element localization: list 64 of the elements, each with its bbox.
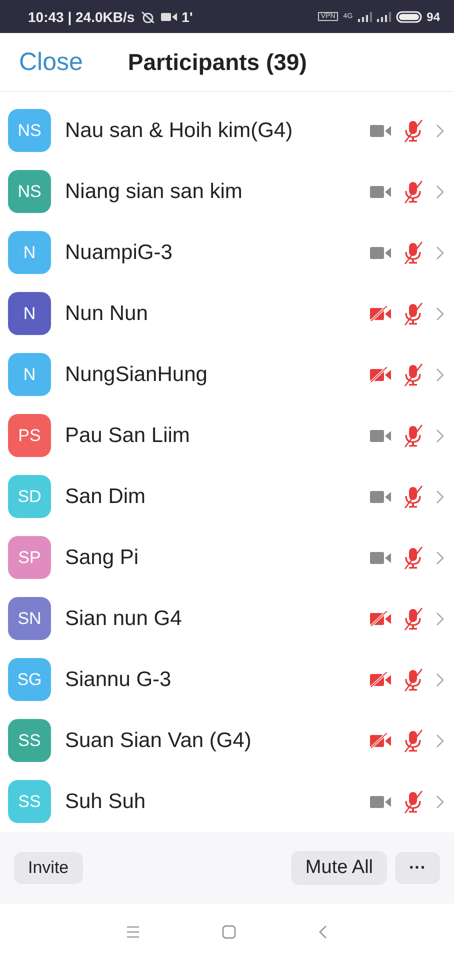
chevron-right-icon [436, 184, 444, 198]
chevron-right-icon [436, 306, 444, 320]
chevron-right-icon [436, 550, 444, 564]
avatar: SG [8, 658, 51, 701]
chevron-right-icon [436, 672, 444, 686]
participant-row[interactable]: N Nun Nun [0, 283, 454, 344]
window-title: Participants (39) [128, 48, 307, 76]
participant-name: Sang Pi [65, 546, 140, 570]
avatar: N [8, 231, 51, 274]
chevron-right-icon [436, 246, 444, 260]
chevron-right-icon [436, 734, 444, 748]
participant-name: Sian nun G4 [65, 606, 183, 630]
invite-button[interactable]: Invite [14, 852, 83, 884]
menu-icon[interactable] [126, 926, 140, 938]
avatar: NS [8, 109, 51, 152]
avatar: PS [8, 414, 51, 457]
chevron-right-icon [436, 428, 444, 442]
participant-name: Nau san & Hoih kim(G4) [65, 118, 294, 142]
avatar: SS [8, 780, 51, 823]
participant-row[interactable]: N NuampiG-3 [0, 222, 454, 283]
participant-name: Suh Suh [65, 790, 147, 814]
more-button[interactable]: ··· [395, 852, 440, 884]
avatar: SD [8, 475, 51, 518]
participant-name: Suan Sian Van (G4) [65, 728, 252, 752]
battery-level: 94 [426, 10, 440, 24]
participant-row[interactable]: SP Sang Pi [0, 527, 454, 588]
chevron-right-icon [436, 490, 444, 504]
avatar: SS [8, 719, 51, 762]
participant-name: San Dim [65, 484, 147, 508]
signal-icon [358, 12, 372, 22]
chevron-right-icon [436, 124, 444, 138]
avatar: N [8, 292, 51, 335]
participant-name: Siannu G-3 [65, 668, 172, 692]
avatar: NS [8, 170, 51, 213]
participant-name: Pau San Liim [65, 424, 191, 448]
participant-row[interactable]: N NungSianHung [0, 344, 454, 405]
participant-row[interactable]: NS Nau san & Hoih kim(G4) [0, 100, 454, 161]
participant-row[interactable]: SS Suh Suh [0, 771, 454, 832]
chevron-right-icon [436, 612, 444, 626]
alarm-off-icon [140, 10, 156, 22]
home-icon[interactable] [222, 925, 236, 939]
participant-name: Nun Nun [65, 302, 149, 326]
signal-icon [376, 12, 391, 22]
participant-name: Niang sian san kim [65, 180, 244, 204]
avatar: N [8, 353, 51, 396]
battery-icon [396, 10, 422, 22]
mute-all-button[interactable]: Mute All [291, 851, 388, 885]
avatar: SP [8, 536, 51, 579]
participant-row[interactable]: SG Siannu G-3 [0, 649, 454, 710]
upload-indicator: 1' [182, 8, 193, 24]
status-time: 10:43 | 24.0KB/s [28, 8, 135, 24]
chevron-right-icon [436, 368, 444, 382]
participant-name: NungSianHung [65, 362, 208, 386]
participant-name: NuampiG-3 [65, 240, 174, 264]
video-camera-icon [160, 12, 177, 22]
participant-row[interactable]: SN Sian nun G4 [0, 588, 454, 649]
participant-row[interactable]: SD San Dim [0, 466, 454, 527]
chevron-right-icon [436, 794, 444, 808]
avatar: SN [8, 597, 51, 640]
back-icon[interactable] [318, 925, 328, 939]
participant-row[interactable]: NS Niang sian san kim [0, 161, 454, 222]
participant-row[interactable]: PS Pau San Liim [0, 405, 454, 466]
participant-row[interactable]: SS Suan Sian Van (G4) [0, 710, 454, 771]
close-button[interactable]: Close [0, 48, 83, 76]
